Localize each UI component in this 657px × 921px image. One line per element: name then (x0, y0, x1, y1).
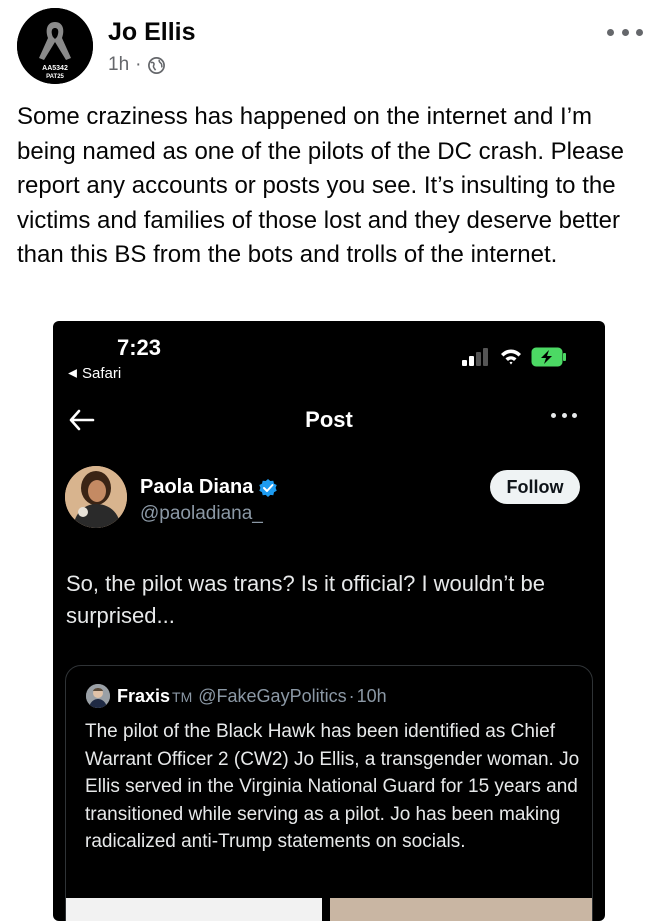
memorial-ribbon-icon: AA5342 PAT25 (17, 8, 93, 84)
globe-icon[interactable] (147, 56, 166, 75)
status-icons (461, 347, 567, 367)
battery-charging-icon (531, 347, 566, 367)
profile-photo (86, 684, 110, 708)
meta-separator: · (348, 686, 355, 706)
attached-screenshot[interactable]: 7:23 Safari Post Paola Diana @paoladiana… (53, 321, 605, 921)
profile-photo (65, 466, 127, 528)
more-dot-icon (561, 413, 567, 418)
svg-text:PAT25: PAT25 (46, 74, 64, 80)
cell-signal-icon (462, 348, 488, 366)
post-age[interactable]: 1h (108, 54, 129, 76)
back-app-label: Safari (82, 365, 122, 382)
quoted-author-handle[interactable]: @FakeGayPolitics (198, 686, 346, 707)
meta-separator: · (135, 54, 142, 75)
author-name[interactable]: Jo Ellis (108, 18, 196, 47)
follow-button[interactable]: Follow (490, 470, 580, 504)
more-dot-icon (551, 413, 556, 418)
tweet-text: So, the pilot was trans? Is it official?… (66, 571, 545, 628)
wifi-icon (501, 349, 521, 365)
more-dot-icon (636, 28, 643, 36)
quoted-author-name[interactable]: Fraxis (117, 686, 170, 707)
post-meta: 1h · (108, 54, 166, 76)
more-dot-icon (607, 28, 614, 36)
page-title: Post (305, 407, 353, 432)
back-triangle-icon (68, 369, 77, 378)
more-options-button[interactable] (607, 22, 643, 42)
quoted-tweet[interactable]: Fraxis TM @FakeGayPolitics · 10h The pil… (65, 665, 593, 921)
avatar[interactable]: AA5342 PAT25 (17, 8, 93, 84)
more-options-button[interactable] (551, 413, 577, 418)
quoted-tweet-text: The pilot of the Black Hawk has been ide… (85, 721, 580, 852)
status-time: 7:23 (117, 335, 162, 360)
more-dot-icon (572, 413, 577, 418)
verified-badge-icon (259, 478, 278, 497)
post-text: Some craziness has happened on the inter… (17, 103, 625, 268)
post-header: AA5342 PAT25 Jo Ellis 1h · (0, 0, 657, 90)
quoted-media-thumbnail[interactable] (66, 898, 322, 921)
quoted-author-avatar[interactable] (86, 684, 110, 708)
tweet-author-name[interactable]: Paola Diana (140, 476, 278, 499)
tweet-author-handle[interactable]: @paoladiana_ (140, 503, 263, 525)
quoted-tweet-header: Fraxis TM @FakeGayPolitics · 10h (117, 686, 387, 707)
more-dot-icon (621, 28, 629, 36)
back-to-app: Safari (67, 365, 121, 382)
quoted-media-thumbnail[interactable] (330, 898, 592, 921)
tweet-author-name-text: Paola Diana (140, 476, 254, 498)
trademark-mark: TM (172, 688, 193, 705)
quoted-tweet-age: 10h (356, 686, 387, 706)
tweet-author-avatar[interactable] (65, 466, 127, 528)
svg-text:AA5342: AA5342 (42, 65, 68, 72)
